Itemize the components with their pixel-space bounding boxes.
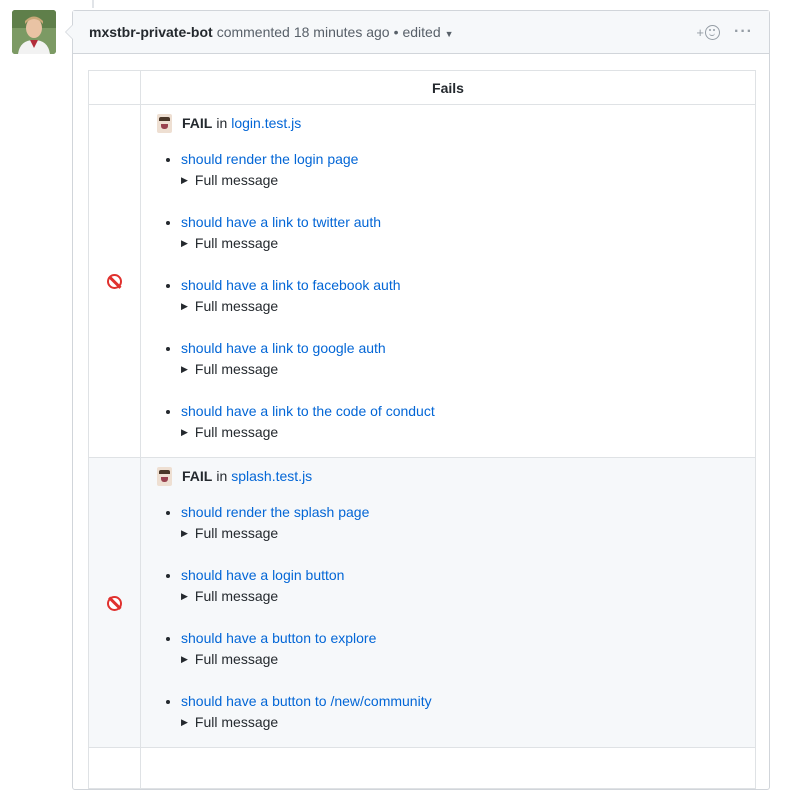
test-link[interactable]: should have a login button (181, 567, 344, 583)
test-link[interactable]: should have a link to the code of conduc… (181, 403, 435, 419)
triangle-right-icon: ▶ (181, 175, 188, 185)
prohibited-icon (107, 274, 122, 290)
fail-heading: FAIL in splash.test.js (157, 466, 742, 486)
jest-icon (157, 113, 172, 133)
list-item: should have a button to /new/community ▶… (181, 691, 742, 733)
avatar[interactable] (12, 10, 56, 54)
test-list: should render the login page ▶ Full messa… (157, 149, 742, 443)
fails-column-header: Fails (140, 70, 756, 105)
detail-cell: FAIL in splash.test.js should render the… (140, 457, 756, 748)
status-column-header (88, 70, 141, 105)
test-link[interactable]: should have a link to google auth (181, 340, 386, 356)
list-item: should have a link to the code of conduc… (181, 401, 742, 443)
fails-table: Fails FAIL in login.test.js • should ren… (88, 70, 756, 789)
full-message-label: Full message (194, 525, 279, 541)
list-item: should have a link to google auth ▶ Full … (181, 338, 742, 380)
add-reaction-button[interactable]: + (696, 24, 721, 40)
fail-in-text: in (216, 115, 228, 131)
list-item: should have a link to twitter auth ▶ Full… (181, 212, 742, 254)
status-cell (88, 104, 141, 458)
full-message-toggle[interactable]: ▶ Full message (181, 422, 742, 443)
status-cell (88, 457, 141, 748)
list-item: should have a button to explore ▶ Full me… (181, 628, 742, 670)
table-header-row: Fails (88, 70, 756, 105)
fail-in-text: in (216, 468, 228, 484)
comment-box: mxstbr-private-bot commented 18 minutes … (65, 10, 770, 790)
file-link[interactable]: login.test.js (231, 115, 301, 131)
separator-dot: • (393, 24, 399, 40)
edited-dropdown[interactable]: edited ▼ (402, 24, 453, 40)
triangle-right-icon: ▶ (181, 591, 188, 601)
smiley-icon (705, 24, 721, 40)
more-options-icon[interactable]: ··· (734, 23, 753, 41)
timeline-line (92, 0, 94, 8)
full-message-label: Full message (194, 714, 279, 730)
triangle-right-icon: ▶ (181, 654, 188, 664)
header-actions: + ··· (696, 23, 753, 41)
triangle-right-icon: ▶ (181, 717, 188, 727)
test-link[interactable]: should have a button to /new/community (181, 693, 432, 709)
test-link[interactable]: should render the login page (181, 151, 358, 167)
fail-heading: FAIL in login.test.js (157, 113, 742, 133)
full-message-label: Full message (194, 235, 279, 251)
full-message-label: Full message (194, 588, 279, 604)
list-item: should render the login page ▶ Full messa… (181, 149, 742, 191)
author-link[interactable]: mxstbr-private-bot (89, 24, 213, 40)
full-message-label: Full message (194, 424, 279, 440)
full-message-toggle[interactable]: ▶ Full message (181, 649, 742, 670)
triangle-right-icon: ▶ (181, 301, 188, 311)
test-list: should render the splash page ▶ Full mess… (157, 502, 742, 733)
full-message-toggle[interactable]: ▶ Full message (181, 712, 742, 733)
test-link[interactable]: should render the splash page (181, 504, 369, 520)
chevron-down-icon: ▼ (444, 29, 454, 39)
status-cell (88, 747, 141, 789)
full-message-label: Full message (194, 172, 279, 188)
comment-action: commented (216, 24, 290, 40)
full-message-toggle[interactable]: ▶ Full message (181, 586, 742, 607)
list-item: should have a link to facebook auth ▶ Ful… (181, 275, 742, 317)
comment-body: Fails FAIL in login.test.js • should ren… (73, 54, 769, 789)
full-message-toggle[interactable]: ▶ Full message (181, 233, 742, 254)
avatar-image (12, 10, 56, 54)
full-message-toggle[interactable]: ▶ Full message (181, 523, 742, 544)
list-item: should have a login button ▶ Full message (181, 565, 742, 607)
jest-icon (157, 466, 172, 486)
table-row (88, 747, 756, 789)
full-message-label: Full message (194, 651, 279, 667)
full-message-label: Full message (194, 298, 279, 314)
triangle-right-icon: ▶ (181, 364, 188, 374)
fail-label: FAIL (182, 468, 213, 484)
triangle-right-icon: ▶ (181, 427, 188, 437)
triangle-right-icon: ▶ (181, 528, 188, 538)
prohibited-icon (107, 595, 122, 611)
test-link[interactable]: should have a link to twitter auth (181, 214, 381, 230)
full-message-toggle[interactable]: ▶ Full message (181, 359, 742, 380)
detail-cell (140, 747, 756, 789)
full-message-toggle[interactable]: ▶ Full message (181, 170, 742, 191)
full-message-label: Full message (194, 361, 279, 377)
edited-label: edited (402, 24, 441, 40)
test-link[interactable]: should have a button to explore (181, 630, 376, 646)
table-row: FAIL in splash.test.js should render the… (88, 457, 756, 748)
comment-header: mxstbr-private-bot commented 18 minutes … (73, 11, 769, 54)
triangle-right-icon: ▶ (181, 238, 188, 248)
detail-cell: FAIL in login.test.js should render the … (140, 104, 756, 458)
table-row: FAIL in login.test.js should render the … (88, 104, 756, 458)
timestamp-link[interactable]: 18 minutes ago (294, 24, 390, 40)
plus-icon: + (696, 24, 705, 40)
full-message-toggle[interactable]: ▶ Full message (181, 296, 742, 317)
fail-label: FAIL (182, 115, 213, 131)
list-item: should render the splash page ▶ Full mess… (181, 502, 742, 544)
test-link[interactable]: should have a link to facebook auth (181, 277, 401, 293)
file-link[interactable]: splash.test.js (231, 468, 312, 484)
